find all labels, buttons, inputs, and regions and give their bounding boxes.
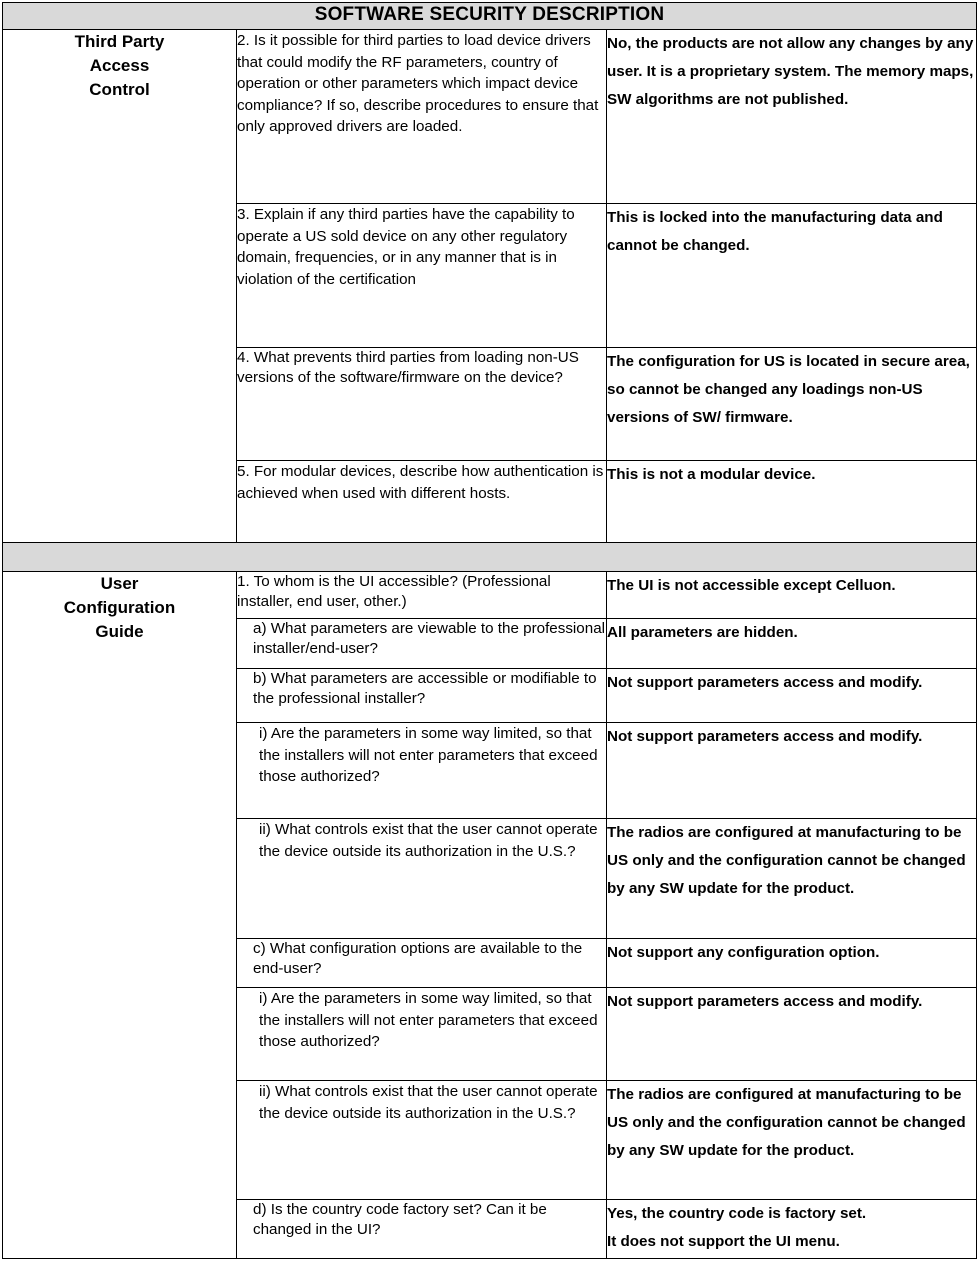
separator-cell bbox=[1, 542, 978, 572]
page-title: SOFTWARE SECURITY DESCRIPTION bbox=[314, 4, 665, 25]
table-header-row: SOFTWARE SECURITY DESCRIPTION bbox=[1, 2, 978, 30]
question-cell: 2. Is it possible for third parties to l… bbox=[236, 29, 607, 204]
table-row: Third Party Access Control 2. Is it poss… bbox=[2, 29, 978, 543]
section-label-line: Third Party bbox=[74, 32, 165, 51]
answer-line: It does not support the UI menu. bbox=[607, 1233, 840, 1250]
answer-cell: No, the products are not allow any chang… bbox=[605, 29, 978, 204]
question-cell: b) What parameters are accessible or mod… bbox=[236, 668, 607, 723]
banner-cell: SOFTWARE SECURITY DESCRIPTION bbox=[1, 2, 978, 30]
question-cell: i) Are the parameters in some way limite… bbox=[236, 722, 607, 819]
section-label-third-party-access-control: Third Party Access Control bbox=[2, 29, 237, 543]
question-cell: i) Are the parameters in some way limite… bbox=[236, 987, 607, 1081]
answer-cell: Not support parameters access and modify… bbox=[605, 722, 978, 819]
section-label-line: Guide bbox=[95, 622, 144, 641]
answer-cell: The radios are configured at manufacturi… bbox=[605, 818, 978, 939]
section-label-line: Access bbox=[89, 56, 150, 75]
section-label-user-configuration-guide: User Configuration Guide bbox=[2, 571, 237, 1259]
answer-cell: Not support parameters access and modify… bbox=[605, 668, 978, 723]
question-cell: 4. What prevents third parties from load… bbox=[236, 347, 607, 461]
answer-cell: Not support parameters access and modify… bbox=[605, 987, 978, 1081]
question-cell: ii) What controls exist that the user ca… bbox=[236, 1080, 607, 1200]
answer-cell: Not support any configuration option. bbox=[605, 938, 978, 988]
question-cell: 3. Explain if any third parties have the… bbox=[236, 203, 607, 348]
answer-cell: Yes, the country code is factory set. It… bbox=[605, 1199, 978, 1259]
answer-cell: The UI is not accessible except Celluon. bbox=[605, 571, 978, 619]
answer-cell: The radios are configured at manufacturi… bbox=[605, 1080, 978, 1200]
software-security-description-table: SOFTWARE SECURITY DESCRIPTION Third Part… bbox=[1, 2, 978, 1259]
question-cell: 1. To whom is the UI accessible? (Profes… bbox=[236, 571, 607, 619]
section-label-line: User bbox=[100, 574, 139, 593]
section-separator-row bbox=[1, 542, 978, 572]
answer-line: Yes, the country code is factory set. bbox=[607, 1205, 867, 1222]
answer-cell: All parameters are hidden. bbox=[605, 618, 978, 669]
answer-cell: The configuration for US is located in s… bbox=[605, 347, 978, 461]
answer-cell: This is not a modular device. bbox=[605, 460, 978, 543]
question-cell: a) What parameters are viewable to the p… bbox=[236, 618, 607, 669]
answer-cell: This is locked into the manufacturing da… bbox=[605, 203, 978, 348]
question-cell: ii) What controls exist that the user ca… bbox=[236, 818, 607, 939]
question-cell: c) What configuration options are availa… bbox=[236, 938, 607, 988]
section-label-line: Configuration bbox=[63, 598, 176, 617]
question-cell: d) Is the country code factory set? Can … bbox=[236, 1199, 607, 1259]
document-page: SOFTWARE SECURITY DESCRIPTION Third Part… bbox=[0, 2, 980, 1288]
question-cell: 5. For modular devices, describe how aut… bbox=[236, 460, 607, 543]
section-label-line: Control bbox=[89, 80, 150, 99]
table-row: User Configuration Guide 1. To whom is t… bbox=[2, 571, 978, 1259]
